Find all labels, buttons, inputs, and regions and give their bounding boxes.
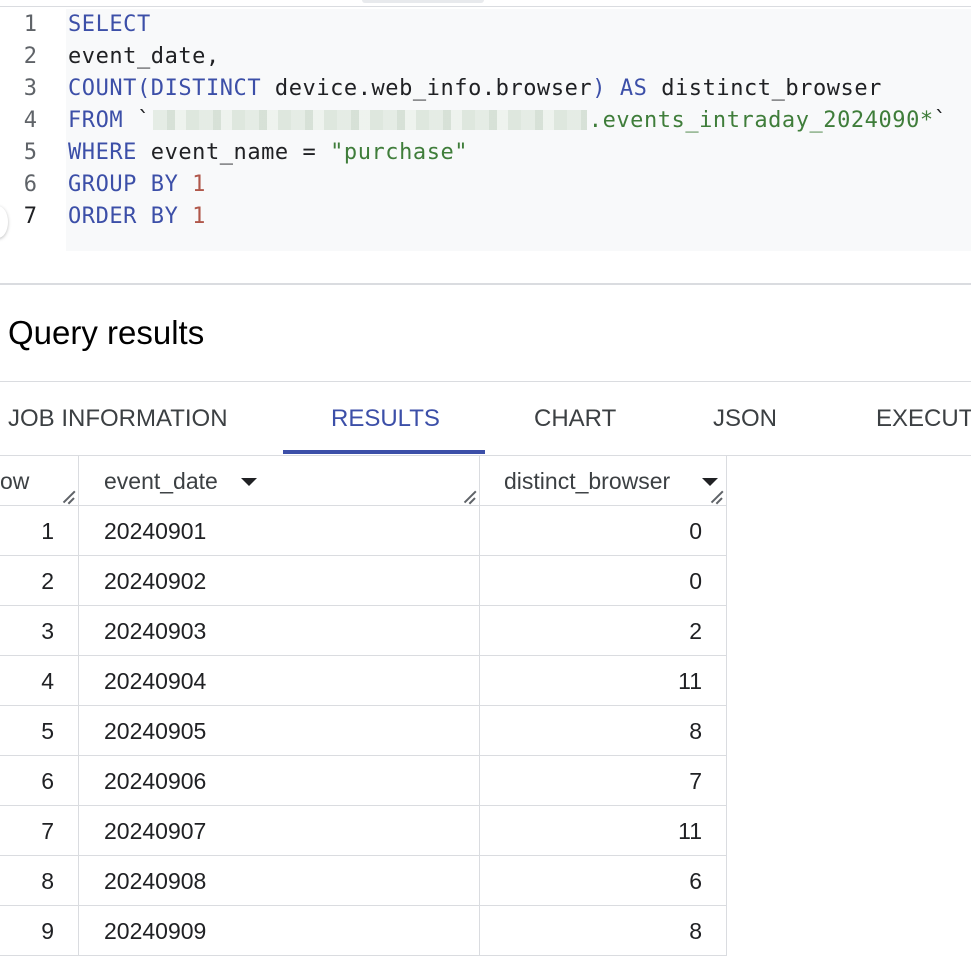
sql-keyword: ORDER BY [68, 204, 179, 229]
table-row: 6 20240906 7 [0, 756, 727, 806]
sql-backtick: ` [123, 108, 151, 133]
distinct-browser-cell[interactable]: 2 [480, 606, 727, 656]
sql-number: 1 [178, 172, 206, 197]
distinct-browser-cell[interactable]: 7 [480, 756, 727, 806]
code-line-3: COUNT(DISTINCT device.web_info.browser) … [68, 73, 882, 105]
code-line-1: SELECT [68, 9, 151, 41]
code-line-6: GROUP BY 1 [68, 169, 206, 201]
sql-keyword: FROM [68, 108, 124, 133]
editor-top-divider [0, 6, 971, 7]
distinct-browser-cell[interactable]: 8 [480, 906, 727, 956]
row-number-cell: 9 [0, 906, 79, 956]
row-number-cell: 7 [0, 806, 79, 856]
sql-identifier: device.web_info.browser [261, 76, 593, 101]
redacted-project-name [152, 110, 587, 130]
column-resize-handle[interactable] [709, 489, 723, 503]
table-row: 7 20240907 11 [0, 806, 727, 856]
distinct-browser-cell[interactable]: 0 [480, 506, 727, 556]
distinct-browser-cell[interactable]: 11 [480, 806, 727, 856]
code-line-5: WHERE event_name = "purchase" [68, 137, 468, 169]
sql-keyword: GROUP BY [68, 172, 179, 197]
tab-job-information[interactable]: JOB INFORMATION [8, 382, 228, 456]
event-date-cell[interactable]: 20240902 [79, 556, 480, 606]
results-tabs: JOB INFORMATION RESULTS CHART JSON EXECU… [0, 382, 971, 456]
tab-results[interactable]: RESULTS [331, 382, 440, 456]
row-number-cell: 5 [0, 706, 79, 756]
column-resize-handle[interactable] [462, 489, 476, 503]
line-number: 2 [23, 44, 37, 69]
code-line-7: ORDER BY 1 [68, 201, 206, 233]
table-row: 4 20240904 11 [0, 656, 727, 706]
sql-table-name: .events_intraday_2024090* [588, 108, 934, 133]
row-number-cell: 8 [0, 856, 79, 906]
distinct-browser-cell[interactable]: 8 [480, 706, 727, 756]
sql-identifier: event_date, [68, 44, 220, 69]
row-number-cell: 2 [0, 556, 79, 606]
active-tab-indicator [283, 450, 485, 454]
tab-execution-details[interactable]: EXECUT [876, 382, 971, 456]
sql-keyword: SELECT [68, 12, 151, 37]
event-date-cell[interactable]: 20240906 [79, 756, 480, 806]
line-number: 6 [23, 172, 37, 197]
table-row: 9 20240909 8 [0, 906, 727, 956]
event-date-cell[interactable]: 20240904 [79, 656, 480, 706]
column-header-event-date[interactable]: event_date [79, 456, 480, 506]
table-row: 1 20240901 0 [0, 506, 727, 556]
column-resize-handle[interactable] [61, 489, 75, 503]
row-number-cell: 6 [0, 756, 79, 806]
row-number-cell: 3 [0, 606, 79, 656]
column-header-row[interactable]: ow [0, 456, 79, 506]
event-date-cell[interactable]: 20240903 [79, 606, 480, 656]
event-date-cell[interactable]: 20240907 [79, 806, 480, 856]
sql-string: "purchase" [330, 140, 469, 165]
event-date-cell[interactable]: 20240905 [79, 706, 480, 756]
event-date-cell[interactable]: 20240909 [79, 906, 480, 956]
distinct-browser-cell[interactable]: 0 [480, 556, 727, 606]
table-row: 3 20240903 2 [0, 606, 727, 656]
sort-dropdown-icon[interactable] [241, 478, 257, 486]
distinct-browser-cell[interactable]: 11 [480, 656, 727, 706]
sql-keyword: AS [606, 76, 648, 101]
sql-identifier: event_name = [136, 140, 331, 165]
sql-number: 1 [178, 204, 206, 229]
sort-dropdown-icon[interactable] [702, 478, 718, 486]
line-number: 1 [23, 12, 37, 37]
column-header-distinct-browser[interactable]: distinct_browser [480, 456, 727, 506]
code-line-2: event_date, [68, 41, 220, 73]
line-number: 5 [23, 140, 37, 165]
row-number-cell: 4 [0, 656, 79, 706]
event-date-cell[interactable]: 20240901 [79, 506, 480, 556]
editor-results-splitter[interactable] [0, 283, 971, 285]
column-header-label: event_date [104, 468, 218, 494]
event-date-cell[interactable]: 20240908 [79, 856, 480, 906]
table-row: 8 20240908 6 [0, 856, 727, 906]
row-number-cell: 1 [0, 506, 79, 556]
line-number: 4 [23, 108, 37, 133]
sql-paren: ) [592, 76, 607, 101]
line-number: 3 [23, 76, 37, 101]
sql-backtick: ` [933, 108, 948, 133]
table-row: 5 20240905 8 [0, 706, 727, 756]
sql-keyword: WHERE [68, 140, 137, 165]
sql-keyword: COUNT(DISTINCT [68, 76, 262, 101]
column-header-label: ow [0, 468, 30, 494]
tab-json[interactable]: JSON [713, 382, 777, 456]
table-row: 2 20240902 0 [0, 556, 727, 606]
sql-editor[interactable]: 1 2 3 4 5 6 7 SELECT event_date, COUNT(D… [0, 0, 971, 285]
query-results-title: Query results [8, 314, 205, 351]
tab-chart[interactable]: CHART [534, 382, 616, 456]
editor-tab-stub [362, 0, 484, 3]
column-header-label: distinct_browser [504, 468, 671, 494]
code-line-4: FROM ` .events_intraday_2024090*` [68, 105, 947, 137]
distinct-browser-cell[interactable]: 6 [480, 856, 727, 906]
sql-identifier: distinct_browser [647, 76, 882, 101]
